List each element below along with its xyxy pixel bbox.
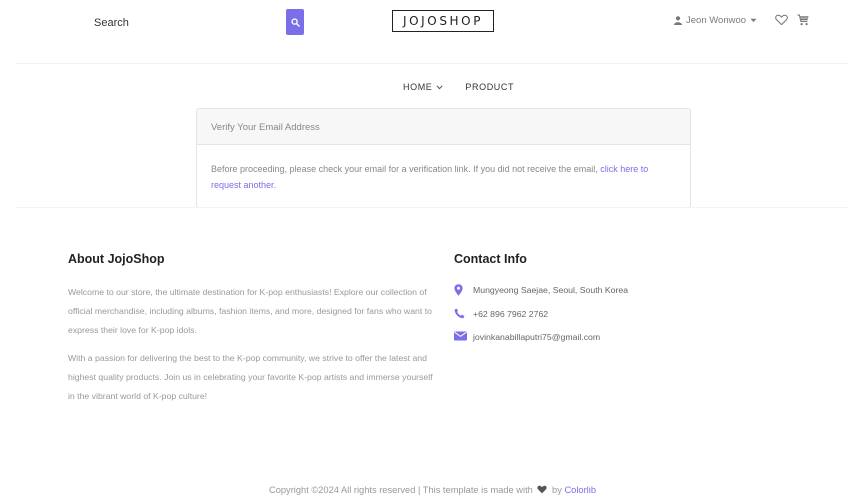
card-title: Verify Your Email Address (197, 109, 690, 145)
card-body: Before proceeding, please check your ema… (197, 145, 690, 193)
chevron-down-icon (750, 18, 757, 23)
verify-message: Before proceeding, please check your ema… (211, 164, 598, 174)
search-button[interactable] (286, 9, 304, 35)
nav-item-product[interactable]: PRODUCT (465, 82, 514, 92)
about-paragraph: With a passion for delivering the best t… (68, 353, 433, 401)
email-text: jovinkanabillaputri75@gmail.com (473, 332, 601, 342)
envelope-icon (454, 330, 473, 341)
contact-section: Contact Info Mungyeong Saejae, Seoul, So… (454, 252, 714, 344)
contact-phone: +62 896 7962 2762 (454, 307, 714, 321)
copyright: Copyright ©2024 All rights reserved | Th… (0, 485, 865, 495)
contact-title: Contact Info (454, 252, 527, 266)
contact-address: Mungyeong Saejae, Seoul, South Korea (454, 283, 714, 297)
content-divider (16, 207, 849, 208)
user-name: Jeon Wonwoo (686, 15, 747, 26)
site-logo[interactable]: JOJOSHOP (392, 10, 494, 32)
chevron-down-icon (436, 84, 443, 89)
wishlist-button[interactable] (775, 13, 788, 31)
contact-email: jovinkanabillaputri75@gmail.com (454, 330, 714, 344)
link-suffix: . (273, 180, 277, 190)
copyright-by: by (552, 485, 562, 495)
header-divider (16, 63, 849, 64)
map-marker-icon (454, 283, 473, 296)
about-title: About JojoShop (68, 252, 165, 266)
main-nav: HOME PRODUCT (403, 82, 514, 92)
nav-item-label: PRODUCT (465, 82, 515, 92)
phone-text: +62 896 7962 2762 (473, 309, 549, 319)
user-menu[interactable]: Jeon Wonwoo (674, 15, 757, 26)
copyright-text: Copyright ©2024 All rights reserved | Th… (269, 485, 533, 495)
cart-icon (797, 14, 809, 26)
heart-icon (775, 14, 788, 26)
about-section: About JojoShop Welcome to our store, the… (68, 252, 440, 415)
nav-item-label: HOME (403, 82, 433, 92)
nav-item-home[interactable]: HOME (403, 82, 443, 92)
cart-button[interactable] (797, 13, 809, 31)
address-text: Mungyeong Saejae, Seoul, South Korea (473, 285, 629, 295)
about-paragraph: Welcome to our store, the ultimate desti… (68, 287, 432, 335)
verify-email-card: Verify Your Email Address Before proceed… (196, 108, 691, 208)
colorlib-link[interactable]: Colorlib (564, 485, 596, 495)
search-input[interactable]: Search (94, 17, 129, 29)
search-icon (290, 17, 300, 27)
heart-icon (537, 485, 548, 494)
user-icon (674, 16, 682, 25)
phone-icon (454, 307, 473, 319)
